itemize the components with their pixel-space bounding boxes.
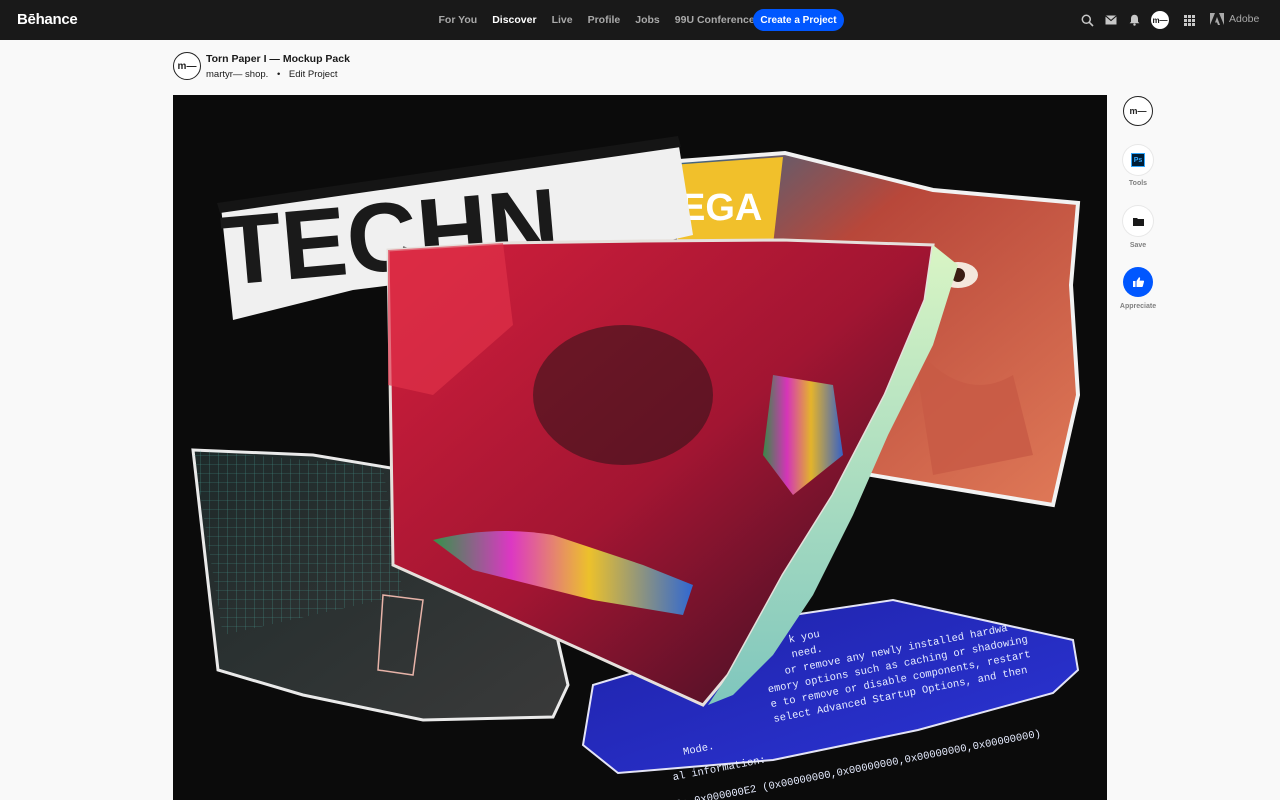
search-icon[interactable]: [1080, 13, 1094, 27]
separator-dot: •: [276, 69, 281, 80]
appreciate-button[interactable]: [1123, 267, 1153, 297]
nav-profile[interactable]: Profile: [580, 14, 628, 26]
folder-icon: [1132, 217, 1144, 226]
apps-grid-icon[interactable]: [1182, 13, 1196, 27]
nav-99u-conference[interactable]: 99U Conference: [667, 14, 762, 26]
adobe-link[interactable]: Adobe: [1210, 13, 1259, 25]
main-nav: For You Discover Live Profile Jobs 99U C…: [431, 0, 762, 40]
project-meta: martyr— shop. • Edit Project: [206, 69, 337, 80]
save-button[interactable]: [1123, 206, 1153, 236]
nav-discover[interactable]: Discover: [485, 14, 544, 26]
tools-label: Tools: [1128, 180, 1148, 187]
tools-button[interactable]: Ps: [1123, 145, 1153, 175]
owner-avatar[interactable]: m—: [173, 52, 201, 80]
project-title: Torn Paper I — Mockup Pack: [206, 53, 350, 65]
nav-jobs[interactable]: Jobs: [628, 14, 668, 26]
top-navigation-bar: Bēhance For You Discover Live Profile Jo…: [0, 0, 1280, 40]
user-avatar[interactable]: m—: [1151, 11, 1169, 29]
thumbs-up-icon: [1132, 277, 1144, 287]
nav-for-you[interactable]: For You: [431, 14, 485, 26]
save-label: Save: [1129, 242, 1147, 249]
owner-name-link[interactable]: martyr— shop.: [206, 69, 268, 80]
photoshop-icon: Ps: [1131, 153, 1145, 167]
owner-avatar-side[interactable]: m—: [1123, 96, 1153, 126]
behance-logo[interactable]: Bēhance: [17, 11, 78, 28]
project-image[interactable]: EGA TECHN k you need. or remove any newl…: [173, 95, 1107, 800]
nav-live[interactable]: Live: [544, 14, 580, 26]
artwork-text-ega: EGA: [680, 187, 762, 229]
adobe-label: Adobe: [1229, 13, 1260, 25]
bell-icon[interactable]: [1127, 13, 1141, 27]
edit-project-link[interactable]: Edit Project: [289, 69, 338, 80]
adobe-logo-icon: [1210, 13, 1224, 25]
appreciate-label: Appreciate: [1119, 303, 1157, 310]
create-project-button[interactable]: Create a Project: [753, 9, 844, 31]
mail-icon[interactable]: [1104, 13, 1118, 27]
